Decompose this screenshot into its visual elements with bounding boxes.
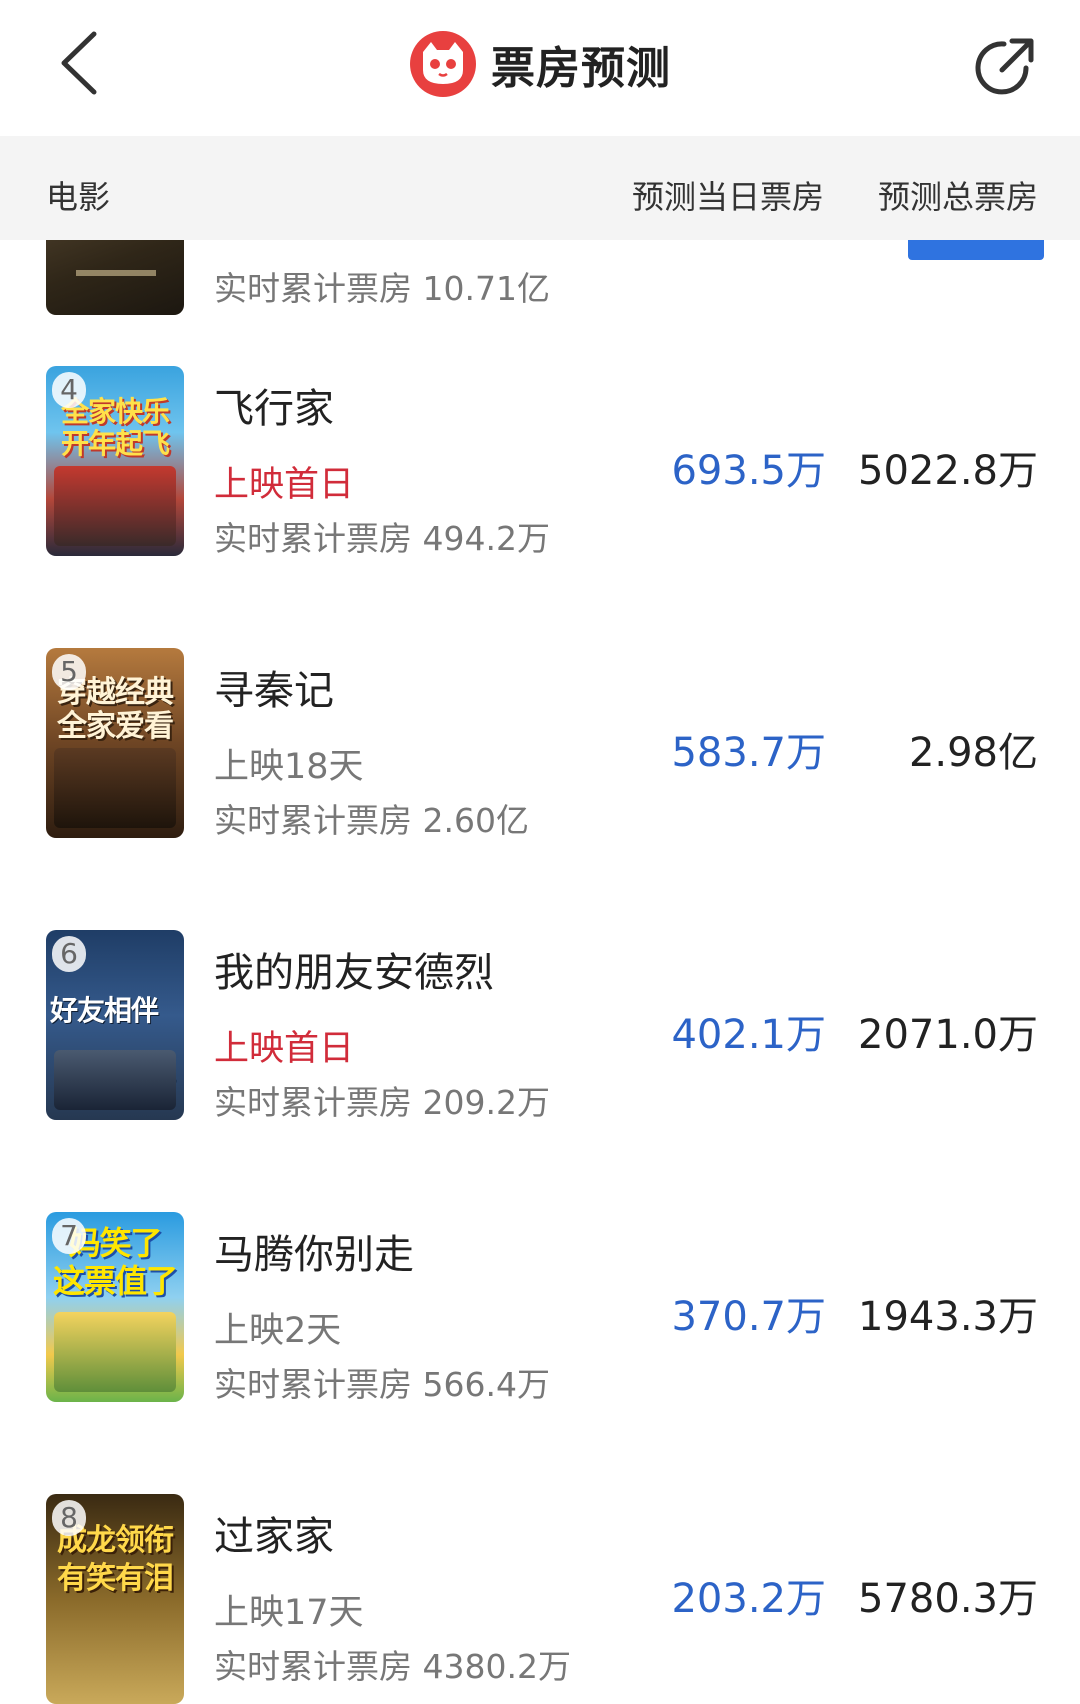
cumulative-box-office: 实时累计票房 10.71亿 [214, 269, 550, 308]
cumulative-box-office: 实时累计票房 209.2万 [214, 1083, 550, 1122]
day-forecast: 583.7万 [671, 730, 826, 776]
total-forecast: 5780.3万 [858, 1576, 1038, 1622]
movie-title: 马腾你别走 [214, 1232, 414, 1278]
poster-figures [54, 1312, 176, 1392]
rank-badge: 4 [52, 372, 86, 408]
total-forecast: 2.98亿 [908, 730, 1038, 776]
column-day-forecast[interactable]: 预测当日票房 [632, 172, 824, 218]
rank-badge: 6 [52, 936, 86, 972]
total-forecast: 5022.8万 [858, 448, 1038, 494]
top-bar: 票房预测 [0, 0, 1080, 136]
release-status: 上映首日 [214, 465, 355, 505]
rank-badge: 7 [52, 1218, 86, 1254]
movie-poster: 妈笑了 这票值了 7 [46, 1212, 184, 1402]
cumulative-box-office: 实时累计票房 4380.2万 [214, 1647, 571, 1686]
movie-title: 寻秦记 [214, 668, 334, 714]
header-title-group: 票房预测 [0, 28, 1080, 100]
cumulative-box-office: 实时累计票房 494.2万 [214, 519, 550, 558]
page-title: 票房预测 [491, 43, 671, 94]
rank-badge: 8 [52, 1500, 86, 1536]
day-forecast: 693.5万 [671, 448, 826, 494]
column-total-forecast[interactable]: 预测总票房 [878, 172, 1038, 218]
list-item[interactable]: 成龙领衔 有笑有泪 8 过家家 上映17天 实时累计票房 4380.2万 203.… [0, 1494, 1080, 1704]
movie-title: 飞行家 [214, 386, 334, 432]
movie-poster: 成龙领衔 有笑有泪 8 [46, 1494, 184, 1704]
poster-figures [54, 466, 176, 546]
total-forecast: 2071.0万 [858, 1012, 1038, 1058]
list-item[interactable]: 全家快乐 开年起飞 4 飞行家 上映首日 实时累计票房 494.2万 693.5万… [0, 366, 1080, 648]
poster-figures [54, 748, 176, 828]
list-item[interactable]: 好友相伴 冬日必看 6 我的朋友安德烈 上映首日 实时累计票房 209.2万 4… [0, 930, 1080, 1212]
total-forecast: 1943.3万 [858, 1294, 1038, 1340]
cumulative-box-office: 实时累计票房 2.60亿 [214, 801, 529, 840]
day-forecast: 370.7万 [671, 1294, 826, 1340]
column-movie: 电影 [46, 178, 111, 216]
release-status: 上映17天 [214, 1593, 364, 1633]
list-item[interactable]: 穿越经典 全家爱看 5 寻秦记 上映18天 实时累计票房 2.60亿 583.7万… [0, 648, 1080, 930]
movie-poster: 好友相伴 冬日必看 6 [46, 930, 184, 1120]
release-status: 上映18天 [214, 747, 364, 787]
movie-poster: 全家快乐 开年起飞 4 [46, 366, 184, 556]
release-status: 上映2天 [214, 1311, 342, 1351]
movie-poster: 穿越经典 全家爱看 5 [46, 648, 184, 838]
list-item[interactable]: 妈笑了 这票值了 7 马腾你别走 上映2天 实时累计票房 566.4万 370.7… [0, 1212, 1080, 1494]
movie-title: 过家家 [214, 1514, 334, 1560]
day-forecast: 402.1万 [671, 1012, 826, 1058]
list-item-partial[interactable]: 实时累计票房 10.71亿 [0, 240, 1080, 330]
poster-figures [54, 1050, 176, 1110]
release-status: 上映首日 [214, 1029, 355, 1069]
movie-poster [46, 240, 184, 315]
status-badge [908, 240, 1044, 260]
cumulative-box-office: 实时累计票房 566.4万 [214, 1365, 550, 1404]
rank-badge: 5 [52, 654, 86, 690]
column-header: 电影 预测当日票房 预测总票房 [0, 136, 1080, 240]
share-icon[interactable] [970, 30, 1042, 102]
maoyan-cat-logo-icon [409, 30, 477, 98]
day-forecast: 203.2万 [671, 1576, 826, 1622]
movie-title: 我的朋友安德烈 [214, 950, 494, 996]
